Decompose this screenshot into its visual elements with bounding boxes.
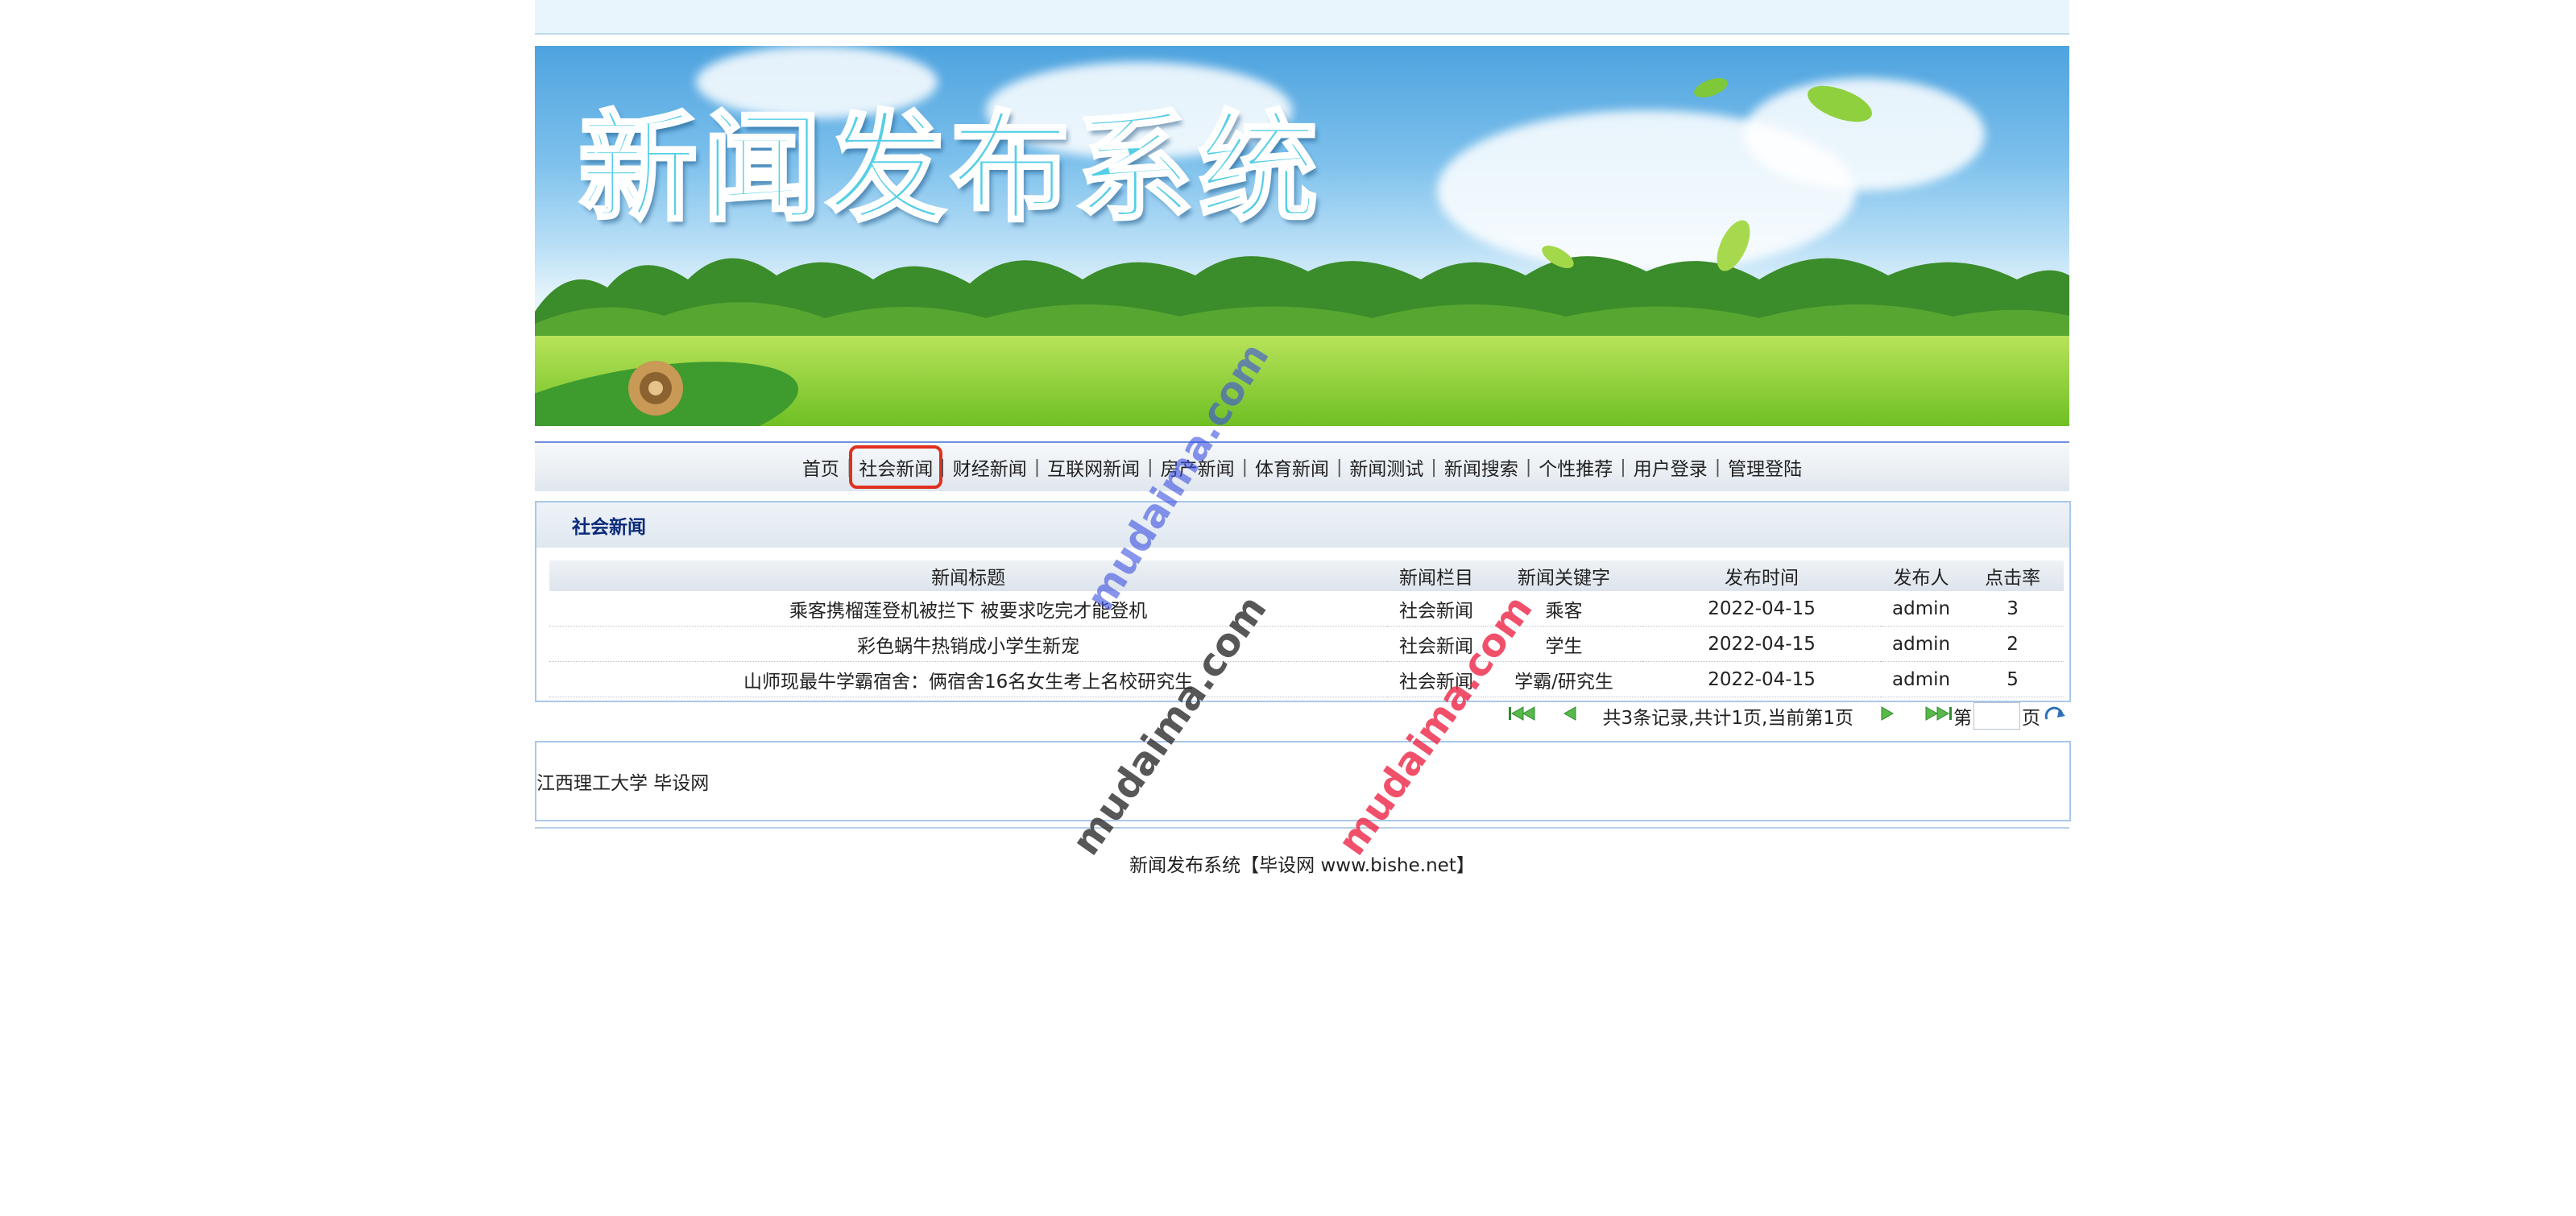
news-date: 2022-04-15 xyxy=(1642,626,1881,662)
column-header-author: 发布人 xyxy=(1880,560,1962,591)
go-page-icon[interactable] xyxy=(2040,704,2069,728)
top-bar xyxy=(535,0,2069,35)
nav-item-home[interactable]: 首页 xyxy=(795,453,847,481)
news-date: 2022-04-15 xyxy=(1642,591,1881,627)
column-header-title: 新闻标题 xyxy=(549,560,1388,591)
news-date: 2022-04-15 xyxy=(1642,661,1881,697)
info-text: 江西理工大学 毕设网 xyxy=(536,773,710,794)
news-clicks: 5 xyxy=(1961,661,2064,697)
table-row: 彩色蜗牛热销成小学生新宠 社会新闻 学生 2022-04-15 admin 2 xyxy=(549,626,2064,662)
banner-title: 新闻发布系统 xyxy=(577,99,1323,238)
nav-item-news-search[interactable]: 新闻搜索 xyxy=(1437,453,1526,481)
footer-text: 新闻发布系统【毕设网 www.bishe.net】 xyxy=(1129,855,1475,876)
panel-title: 社会新闻 xyxy=(572,517,646,538)
column-header-category: 新闻栏目 xyxy=(1387,560,1485,591)
page-suffix-label: 页 xyxy=(2022,708,2040,729)
nav-separator: | xyxy=(1033,457,1041,478)
nav-separator: | xyxy=(939,457,946,478)
pagination-summary: 共3条记录,共计1页,当前第1页 xyxy=(1602,708,1853,729)
nav-item-internet-news[interactable]: 互联网新闻 xyxy=(1040,453,1147,481)
pagination: 共3条记录,共计1页,当前第1页 第 页 xyxy=(535,702,2069,730)
nav-separator: | xyxy=(1241,457,1248,478)
news-list-panel: 社会新闻 新闻标题 新闻栏目 新闻关键字 发布时间 发布人 点击率 乘客携榴莲登 xyxy=(535,501,2071,702)
nav-separator: | xyxy=(846,457,853,478)
footer-divider xyxy=(535,827,2069,829)
nav-separator: | xyxy=(1431,457,1437,478)
news-clicks: 2 xyxy=(1961,626,2064,662)
first-page-icon[interactable] xyxy=(1507,705,1539,727)
news-category: 社会新闻 xyxy=(1387,591,1485,627)
table-row: 乘客携榴莲登机被拦下 被要求吃完才能登机 社会新闻 乘客 2022-04-15 … xyxy=(549,591,2064,627)
nav-item-user-login[interactable]: 用户登录 xyxy=(1626,453,1715,481)
table-row: 山师现最牛学霸宿舍：俩宿舍16名女生考上名校研究生 社会新闻 学霸/研究生 20… xyxy=(549,661,2064,697)
column-header-keywords: 新闻关键字 xyxy=(1485,560,1643,591)
next-page-icon[interactable] xyxy=(1871,705,1903,727)
panel-header: 社会新闻 xyxy=(536,503,2069,548)
banner: 新闻发布系统 xyxy=(535,46,2069,426)
nav-item-admin-login[interactable]: 管理登陆 xyxy=(1721,453,1809,481)
nav-item-sports-news[interactable]: 体育新闻 xyxy=(1248,453,1336,481)
news-table: 新闻标题 新闻栏目 新闻关键字 发布时间 发布人 点击率 乘客携榴莲登机被拦下 … xyxy=(549,560,2064,697)
page-container: 新闻发布系统 首页 | 社会新闻 | 财经新闻 | 互联网新闻 | 房产新闻 |… xyxy=(535,0,2071,886)
news-clicks: 3 xyxy=(1961,591,2064,627)
news-author: admin xyxy=(1880,626,1962,662)
info-panel: 江西理工大学 毕设网 xyxy=(535,741,2071,821)
column-header-clicks: 点击率 xyxy=(1961,560,2064,591)
news-author: admin xyxy=(1880,661,1962,697)
column-header-date: 发布时间 xyxy=(1642,560,1881,591)
news-author: admin xyxy=(1880,591,1962,627)
nav-item-news-test[interactable]: 新闻测试 xyxy=(1342,453,1431,481)
page-prefix-label: 第 xyxy=(1953,708,1972,729)
nav-item-social-news[interactable]: 社会新闻 xyxy=(849,445,943,489)
table-header-row: 新闻标题 新闻栏目 新闻关键字 发布时间 发布人 点击率 xyxy=(549,560,2064,591)
news-title-link[interactable]: 山师现最牛学霸宿舍：俩宿舍16名女生考上名校研究生 xyxy=(549,661,1388,697)
nav-separator: | xyxy=(1336,457,1343,478)
nav-separator: | xyxy=(1525,457,1532,478)
prev-page-icon[interactable] xyxy=(1554,705,1586,727)
nav-separator: | xyxy=(1714,457,1721,478)
nav-item-recommend[interactable]: 个性推荐 xyxy=(1531,453,1620,481)
page-number-input[interactable] xyxy=(1973,702,2020,730)
nav-item-finance-news[interactable]: 财经新闻 xyxy=(946,453,1034,481)
news-keywords: 学霸/研究生 xyxy=(1485,661,1643,697)
last-page-icon[interactable] xyxy=(1921,705,1953,727)
nav-separator: | xyxy=(1620,457,1626,478)
main-nav: 首页 | 社会新闻 | 财经新闻 | 互联网新闻 | 房产新闻 | 体育新闻 |… xyxy=(535,441,2069,491)
